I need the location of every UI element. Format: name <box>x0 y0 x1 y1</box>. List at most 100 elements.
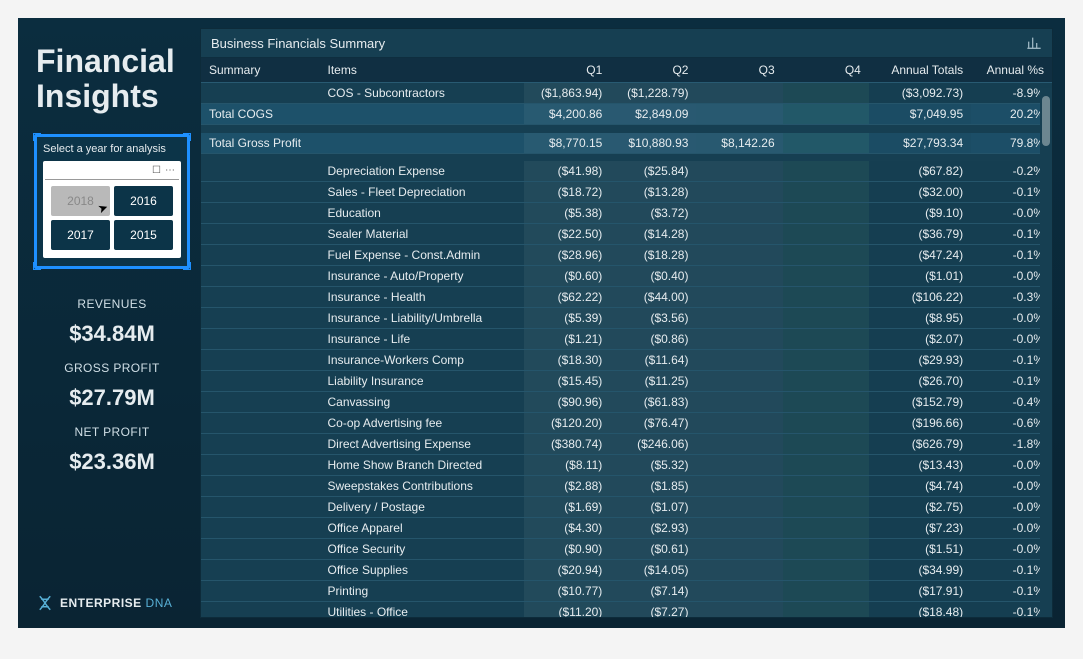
cell[interactable] <box>696 224 782 245</box>
cell[interactable] <box>319 104 524 125</box>
cell[interactable]: ($3,092.73) <box>869 83 971 104</box>
cell[interactable]: ($11.20) <box>524 602 610 618</box>
cell[interactable]: ($246.06) <box>610 434 696 455</box>
cell[interactable] <box>696 497 782 518</box>
cell[interactable] <box>201 476 319 497</box>
table-row[interactable]: Office Supplies($20.94)($14.05)($34.99)-… <box>201 560 1052 581</box>
cell[interactable] <box>696 329 782 350</box>
cell[interactable]: ($32.00) <box>869 182 971 203</box>
cell[interactable]: ($20.94) <box>524 560 610 581</box>
cell[interactable]: ($28.96) <box>524 245 610 266</box>
cell[interactable]: ($76.47) <box>610 413 696 434</box>
cell[interactable] <box>201 497 319 518</box>
cell[interactable]: Insurance - Health <box>319 287 524 308</box>
cell[interactable] <box>201 245 319 266</box>
cell[interactable]: ($36.79) <box>869 224 971 245</box>
table-row[interactable]: Fuel Expense - Const.Admin($28.96)($18.2… <box>201 245 1052 266</box>
col-q2[interactable]: Q2 <box>610 58 696 83</box>
cell[interactable]: Office Supplies <box>319 560 524 581</box>
more-options-icon[interactable]: ⋯ <box>165 165 175 176</box>
cell[interactable]: Office Apparel <box>319 518 524 539</box>
cell[interactable]: Sales - Fleet Depreciation <box>319 182 524 203</box>
cell[interactable]: ($26.70) <box>869 371 971 392</box>
cell[interactable]: Depreciation Expense <box>319 161 524 182</box>
cell[interactable]: ($1,863.94) <box>524 83 610 104</box>
cell[interactable] <box>201 161 319 182</box>
cell[interactable] <box>201 560 319 581</box>
cell[interactable] <box>319 133 524 154</box>
cell[interactable]: ($2.88) <box>524 476 610 497</box>
cell[interactable] <box>696 518 782 539</box>
cell[interactable]: ($8.95) <box>869 308 971 329</box>
table-row[interactable]: Office Security($0.90)($0.61)($1.51)-0.0… <box>201 539 1052 560</box>
col-q4[interactable]: Q4 <box>783 58 869 83</box>
cell[interactable]: ($1.51) <box>869 539 971 560</box>
cell[interactable]: ($5.38) <box>524 203 610 224</box>
cell[interactable]: ($11.64) <box>610 350 696 371</box>
cell[interactable]: ($626.79) <box>869 434 971 455</box>
cell[interactable]: Liability Insurance <box>319 371 524 392</box>
col-items[interactable]: Items <box>319 58 524 83</box>
cell[interactable]: Co-op Advertising fee <box>319 413 524 434</box>
year-slicer[interactable]: Select a year for analysis ☐ ⋯ 2018➤2016… <box>34 134 190 269</box>
cell[interactable]: Insurance - Auto/Property <box>319 266 524 287</box>
year-button-2016[interactable]: 2016 <box>114 186 173 216</box>
table-row[interactable]: Sales - Fleet Depreciation($18.72)($13.2… <box>201 182 1052 203</box>
cell[interactable]: $8,770.15 <box>524 133 610 154</box>
cell[interactable] <box>696 266 782 287</box>
cell[interactable] <box>201 350 319 371</box>
cell[interactable] <box>696 245 782 266</box>
cell[interactable]: ($196.66) <box>869 413 971 434</box>
cell[interactable] <box>201 308 319 329</box>
cell[interactable] <box>696 308 782 329</box>
cell[interactable] <box>201 602 319 618</box>
cell[interactable]: ($4.74) <box>869 476 971 497</box>
cell[interactable] <box>783 182 869 203</box>
cell[interactable]: ($18.48) <box>869 602 971 618</box>
cell[interactable]: $8,142.26 <box>696 133 782 154</box>
cell[interactable] <box>783 602 869 618</box>
cell[interactable]: ($0.90) <box>524 539 610 560</box>
cell[interactable]: ($9.10) <box>869 203 971 224</box>
cell[interactable] <box>696 287 782 308</box>
table-row[interactable]: Liability Insurance($15.45)($11.25)($26.… <box>201 371 1052 392</box>
table-row[interactable]: Total Gross Profit$8,770.15$10,880.93$8,… <box>201 133 1052 154</box>
cell[interactable] <box>201 224 319 245</box>
cell[interactable]: Sweepstakes Contributions <box>319 476 524 497</box>
cell[interactable] <box>783 581 869 602</box>
cell[interactable]: COS - Subcontractors <box>319 83 524 104</box>
cell[interactable]: ($1.07) <box>610 497 696 518</box>
cell[interactable]: ($62.22) <box>524 287 610 308</box>
cell[interactable] <box>201 539 319 560</box>
cell[interactable] <box>783 434 869 455</box>
cell[interactable]: ($380.74) <box>524 434 610 455</box>
cell[interactable]: ($22.50) <box>524 224 610 245</box>
cell[interactable]: ($1.69) <box>524 497 610 518</box>
cell[interactable]: ($7.14) <box>610 581 696 602</box>
vertical-scrollbar[interactable] <box>1040 88 1052 617</box>
cell[interactable]: $2,849.09 <box>610 104 696 125</box>
cell[interactable] <box>201 371 319 392</box>
bar-chart-icon[interactable] <box>1026 35 1042 51</box>
cell[interactable]: Insurance - Liability/Umbrella <box>319 308 524 329</box>
cell[interactable]: Printing <box>319 581 524 602</box>
cell[interactable]: ($18.72) <box>524 182 610 203</box>
selection-handle-icon[interactable] <box>33 262 41 270</box>
cell[interactable] <box>696 392 782 413</box>
cell[interactable]: Insurance-Workers Comp <box>319 350 524 371</box>
cell[interactable]: ($1.21) <box>524 329 610 350</box>
cell[interactable] <box>783 104 869 125</box>
table-row[interactable]: Sweepstakes Contributions($2.88)($1.85)(… <box>201 476 1052 497</box>
cell[interactable]: ($120.20) <box>524 413 610 434</box>
cell[interactable] <box>783 413 869 434</box>
cell[interactable]: ($18.30) <box>524 350 610 371</box>
cell[interactable]: ($14.05) <box>610 560 696 581</box>
cell[interactable]: ($13.28) <box>610 182 696 203</box>
cell[interactable]: $27,793.34 <box>869 133 971 154</box>
cell[interactable]: ($61.83) <box>610 392 696 413</box>
cell[interactable] <box>696 539 782 560</box>
cell[interactable]: ($25.84) <box>610 161 696 182</box>
cell[interactable] <box>201 329 319 350</box>
cell[interactable]: Office Security <box>319 539 524 560</box>
table-row[interactable]: Sealer Material($22.50)($14.28)($36.79)-… <box>201 224 1052 245</box>
